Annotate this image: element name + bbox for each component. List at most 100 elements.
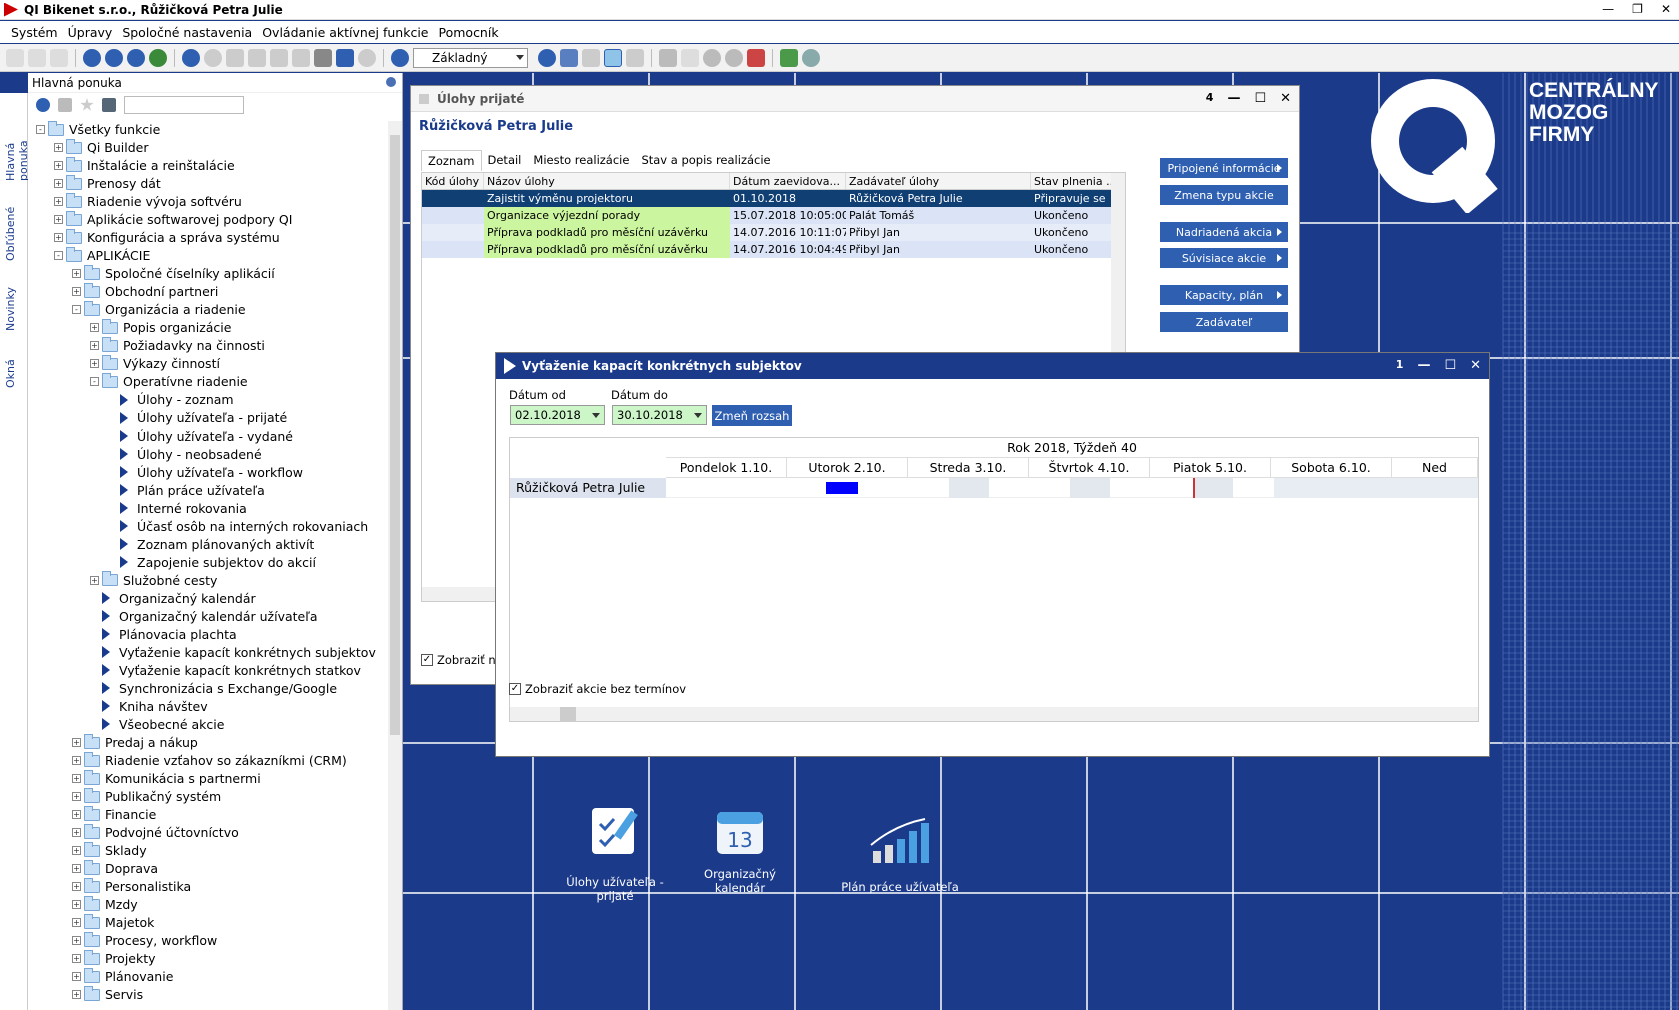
erase-icon[interactable] [226, 48, 244, 67]
tree-item[interactable]: Úlohy užívateľa - vydané [108, 428, 293, 445]
close-button[interactable]: ✕ [1470, 358, 1481, 373]
maximize-button[interactable]: ☐ [1444, 358, 1456, 373]
minimize-button[interactable]: — [1602, 2, 1614, 16]
column-header[interactable]: Kód úlohy [422, 173, 484, 189]
menu-help[interactable]: Pomocník [434, 25, 504, 40]
tree-item[interactable]: Účasť osôb na interných rokovaniach [108, 518, 368, 535]
tree-item[interactable]: Kniha návštev [90, 698, 208, 715]
show-no-term-checkbox[interactable]: ✓ [509, 683, 521, 695]
pointer-icon[interactable] [659, 48, 677, 67]
menu-edit[interactable]: Úpravy [63, 25, 118, 40]
calendar-hscrollbar[interactable] [510, 707, 1478, 721]
zoom-out-icon[interactable] [703, 48, 721, 67]
help-context-icon[interactable] [105, 48, 123, 67]
tree-item[interactable]: Interné rokovania [108, 500, 247, 517]
expand-icon[interactable]: + [72, 738, 81, 748]
refresh-icon[interactable] [36, 98, 50, 112]
tree-item[interactable]: Úlohy užívateľa - workflow [108, 464, 303, 481]
collapse-icon[interactable]: - [36, 125, 45, 134]
expand-icon[interactable]: + [72, 756, 81, 766]
tree-folder[interactable]: + Projekty [72, 949, 156, 967]
tree-scrollbar[interactable] [388, 121, 402, 1010]
expand-icon[interactable]: + [72, 990, 81, 1000]
tree-item[interactable]: Úlohy užívateľa - prijaté [108, 409, 287, 426]
scrollbar-thumb[interactable] [560, 707, 576, 721]
column-header[interactable]: Dátum zaevidova... [730, 173, 846, 189]
tab-favorites[interactable]: Obľúbené [4, 201, 17, 261]
tree-item[interactable]: Zapojenie subjektov do akcií [108, 554, 316, 571]
expand-icon[interactable]: + [54, 179, 63, 189]
find-icon[interactable] [270, 48, 288, 67]
minimize-button[interactable]: — [1417, 358, 1430, 373]
expand-icon[interactable]: + [72, 810, 81, 820]
table-row[interactable]: Zajistit výměnu projektoru 01.10.2018 Růži… [422, 190, 1125, 207]
confirm-icon[interactable] [204, 48, 222, 67]
tree-folder[interactable]: + Podvojné účtovníctvo [72, 823, 239, 841]
expand-icon[interactable]: + [72, 954, 81, 964]
tree-folder[interactable]: + Publikačný systém [72, 787, 221, 805]
expand-icon[interactable]: + [54, 161, 63, 171]
tree-folder[interactable]: + Servis [72, 985, 143, 1003]
expand-icon[interactable]: + [72, 864, 81, 874]
globe-icon[interactable] [538, 48, 556, 67]
profile-select[interactable]: Základný [413, 47, 528, 68]
column-header[interactable]: Názov úlohy [484, 173, 730, 189]
tree-folder[interactable]: - Organizácia a riadenie [72, 300, 246, 318]
network-icon[interactable] [802, 48, 820, 67]
expand-icon[interactable]: + [54, 215, 63, 225]
expand-icon[interactable]: + [54, 197, 63, 207]
refresh-icon[interactable] [182, 48, 200, 67]
tree-item[interactable]: Organizačný kalendár užívateľa [90, 608, 318, 625]
collapse-icon[interactable]: - [72, 305, 81, 315]
tree-folder[interactable]: + Riadenie vzťahov so zákazníkmi (CRM) [72, 751, 347, 769]
expand-icon[interactable]: + [72, 774, 81, 784]
tree-folder[interactable]: + Popis organizácie [90, 318, 231, 336]
tree-item[interactable]: Zoznam plánovaných aktivít [108, 536, 314, 553]
expand-icon[interactable]: + [72, 792, 81, 802]
collapse-icon[interactable] [58, 98, 72, 112]
star-icon[interactable] [80, 98, 94, 111]
tree-folder[interactable]: + Obchodní partneri [72, 282, 218, 300]
tree-folder[interactable]: - APLIKÁCIE [54, 246, 150, 264]
expand-icon[interactable]: + [72, 936, 81, 946]
close-button[interactable]: ✕ [1661, 2, 1671, 16]
expand-icon[interactable]: + [72, 900, 81, 910]
tree-folder[interactable]: + Procesy, workflow [72, 931, 217, 949]
stop-icon[interactable] [358, 48, 376, 67]
tree-folder[interactable]: + Požiadavky na činnosti [90, 336, 265, 354]
tree-folder[interactable]: + Majetok [72, 913, 154, 931]
sort-az-icon[interactable] [102, 98, 116, 112]
expand-icon[interactable]: + [72, 846, 81, 856]
tree-item[interactable]: Všeobecné akcie [90, 716, 224, 733]
expand-icon[interactable]: + [90, 575, 99, 585]
image-icon[interactable] [560, 48, 578, 67]
tree-item[interactable]: Synchronizácia s Exchange/Google [90, 680, 337, 697]
expand-icon[interactable]: + [54, 233, 63, 243]
tree-folder[interactable]: - Operatívne riadenie [90, 372, 248, 390]
tree-folder[interactable]: + Výkazy činností [90, 354, 220, 372]
expand-icon[interactable]: + [72, 972, 81, 982]
maximize-button[interactable]: ☐ [1254, 91, 1266, 106]
tree-folder[interactable]: + Inštalácie a reinštalácie [54, 156, 235, 174]
table-row[interactable]: Příprava podkladů pro měsíční uzávěrku 14… [422, 241, 1125, 258]
tab-status[interactable]: Stav a popis realizácie [635, 150, 776, 171]
export-icon[interactable] [336, 48, 354, 67]
menu-common-settings[interactable]: Spoločné nastavenia [117, 25, 257, 40]
expand-icon[interactable]: + [72, 287, 81, 297]
tree-folder[interactable]: + Spoločné číselníky aplikácií [72, 264, 275, 282]
expand-icon[interactable]: + [72, 828, 81, 838]
tree-item[interactable]: Úlohy - zoznam [108, 391, 234, 408]
tree-item[interactable]: Úlohy - neobsadené [108, 446, 262, 463]
tree-item[interactable]: Organizačný kalendár [90, 590, 256, 607]
expand-icon[interactable]: + [72, 882, 81, 892]
expand-icon[interactable]: + [90, 323, 99, 333]
tree-folder[interactable]: + Služobné cesty [90, 571, 217, 589]
side-action-button[interactable]: Nadriadená akcia [1160, 222, 1288, 242]
menu-system[interactable]: Systém [6, 25, 63, 40]
close-button[interactable]: ✕ [1280, 91, 1291, 106]
table-row[interactable]: Organizace výjezdní porady 15.07.2018 10:… [422, 207, 1125, 224]
menu-active-function[interactable]: Ovládanie aktívnej funkcie [257, 25, 433, 40]
tab-windows[interactable]: Okná [4, 358, 17, 388]
tree-folder[interactable]: + Qi Builder [54, 138, 149, 156]
tree-item[interactable]: Vyťaženie kapacít konkrétnych statkov [90, 662, 361, 679]
